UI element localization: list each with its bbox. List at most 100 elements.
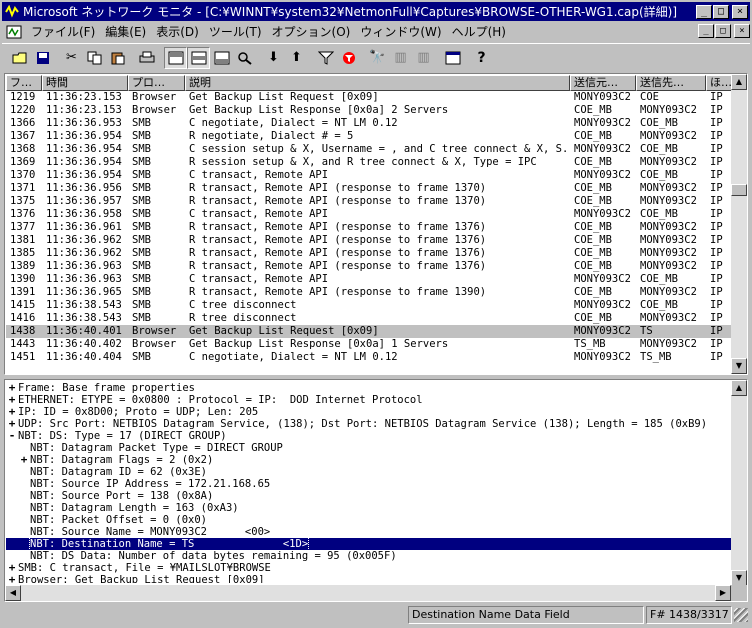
menu-view[interactable]: 表示(D) [151,23,204,40]
close-button[interactable]: × [732,4,748,19]
packet-list-scrollbar[interactable]: ▲ ▼ [731,74,747,374]
display-filter-icon[interactable] [337,47,360,69]
cut-icon[interactable]: ✂ [60,47,83,69]
packet-row[interactable]: 1416 11:36:38.543 SMB R tree disconnect COE_… [6,312,733,325]
menu-options[interactable]: オプション(O) [267,23,356,40]
mdi-minimize-button[interactable]: _ [698,24,714,38]
detail-tree-item[interactable]: + IP: ID = 0x8D00; Proto = UDP; Len: 205 [6,406,732,419]
copy-icon[interactable] [83,47,106,69]
packet-row[interactable]: 1375 11:36:36.957 SMB R transact, Remote AP… [6,195,733,208]
packet-row[interactable]: 1367 11:36:36.954 SMB R negotiate, Dialect … [6,130,733,143]
packet-row[interactable]: 1219 11:36:23.153 Browser Get Backup List R… [6,91,733,104]
detail-tree-item[interactable]: NBT: Source Name = MONY093C2 <00> [6,526,732,538]
paste-icon[interactable] [106,47,129,69]
pane-detail-icon[interactable] [187,46,210,69]
detail-scroll-up-icon[interactable]: ▲ [731,380,747,396]
detail-tree-item[interactable]: + SMB: C transact, File = ¥MAILSLOT¥BROWS… [6,562,732,575]
open-icon[interactable] [8,47,31,69]
menu-window[interactable]: ウィンドウ(W) [355,23,446,40]
packet-row[interactable]: 1385 11:36:36.962 SMB R transact, Remote AP… [6,247,733,260]
zoom-icon[interactable] [233,47,256,69]
collapse-icon[interactable]: - [6,430,18,442]
packet-cell-destination: MONY093C2 [640,182,697,194]
detail-tree-item[interactable]: + Frame: Base frame properties [6,382,732,395]
scroll-up-icon[interactable]: ▲ [731,74,747,90]
packet-row[interactable]: 1369 11:36:36.954 SMB R session setup & X, … [6,156,733,169]
menu-help[interactable]: ヘルプ(H) [447,23,511,40]
column-header-type[interactable]: ほ… [706,75,733,91]
detail-tree-item[interactable]: NBT: Datagram ID = 62 (0x3E) [6,466,732,478]
column-header-protocol[interactable]: プロ… [128,75,185,91]
column-header-time[interactable]: 時間 [42,75,128,91]
column-header-description[interactable]: 説明 [185,75,570,91]
packet-row[interactable]: 1371 11:36:36.956 SMB R transact, Remote AP… [6,182,733,195]
detail-tree-item[interactable]: + UDP: Src Port: NETBIOS Datagram Service… [6,418,732,431]
expand-icon[interactable]: + [18,454,30,466]
detail-scroll-down-icon[interactable]: ▼ [731,570,747,586]
filter-icon[interactable] [314,47,337,69]
packet-row[interactable]: 1443 11:36:40.402 Browser Get Backup List R… [6,338,733,351]
menu-file[interactable]: ファイル(F) [26,23,100,40]
menu-tools[interactable]: ツール(T) [204,23,267,40]
detail-tree-item[interactable]: NBT: Packet Offset = 0 (0x0) [6,514,732,526]
detail-scrollbar[interactable]: ▲ ▼ [731,380,747,586]
column-header-destination[interactable]: 送信先… [636,75,706,91]
packet-row[interactable]: 1368 11:36:36.954 SMB C session setup & X, … [6,143,733,156]
packet-row[interactable]: 1391 11:36:36.965 SMB R transact, Remote AP… [6,286,733,299]
find-prev-icon[interactable]: ▥ [412,47,435,69]
packet-row[interactable]: 1366 11:36:36.953 SMB C negotiate, Dialect … [6,117,733,130]
document-icon[interactable] [6,25,22,39]
scroll-down-icon[interactable]: ▼ [731,358,747,374]
packet-row[interactable]: 1376 11:36:36.958 SMB C transact, Remote AP… [6,208,733,221]
detail-tree-item[interactable]: NBT: Source IP Address = 172.21.168.65 [6,478,732,490]
detail-tree-item[interactable]: + ETHERNET: ETYPE = 0x0800 : Protocol = I… [6,394,732,407]
detail-tree-item[interactable]: NBT: Datagram Packet Type = DIRECT GROUP [6,442,732,454]
detail-tree-item[interactable]: NBT: Source Port = 138 (0x8A) [6,490,732,502]
mdi-close-button[interactable]: × [734,24,750,38]
scroll-right-icon[interactable]: ▶ [715,585,731,601]
packet-row[interactable]: 1390 11:36:36.963 SMB C transact, Remote AP… [6,273,733,286]
detail-tree-item[interactable]: - NBT: DS: Type = 17 (DIRECT GROUP) [6,430,732,443]
maximize-button[interactable]: □ [713,4,729,19]
netmon-app-icon[interactable] [4,4,20,20]
mdi-restore-button[interactable]: □ [715,24,731,38]
packet-row[interactable]: 1220 11:36:23.153 Browser Get Backup List R… [6,104,733,117]
resize-grip-icon[interactable] [734,608,748,622]
packet-detail-pane[interactable]: + Frame: Base frame properties + ETHERNET: … [4,379,748,602]
conversation-icon[interactable] [441,47,464,69]
detail-hscrollbar[interactable]: ◀ ▶ [5,585,731,601]
packet-row[interactable]: 1381 11:36:36.962 SMB R transact, Remote AP… [6,234,733,247]
detail-tree-item[interactable]: NBT: Datagram Length = 163 (0xA3) [6,502,732,514]
packet-cell-description: C transact, Remote API [189,208,329,220]
help-icon[interactable]: ? [470,47,493,69]
prev-frame-icon[interactable]: ⬆ [285,47,308,69]
column-header-source[interactable]: 送信元… [570,75,636,91]
detail-tree-item[interactable]: + Browser: Get Backup List Request [0x09] [6,574,732,584]
detail-tree-item[interactable]: NBT: Destination Name = TS <1D> [6,537,732,551]
scroll-thumb[interactable] [731,184,747,196]
packet-row[interactable]: 1377 11:36:36.961 SMB R transact, Remote AP… [6,221,733,234]
print-icon[interactable] [135,47,158,69]
window-title: Microsoft ネットワーク モニタ - [C:¥WINNT¥system3… [23,5,678,19]
find-icon[interactable]: 🔭 [366,47,389,69]
column-header-frame[interactable]: フ… [6,75,42,91]
next-frame-icon[interactable]: ⬇ [262,47,285,69]
packet-row[interactable]: 1415 11:36:38.543 SMB C tree disconnect MONY… [6,299,733,312]
packet-row[interactable]: 1389 11:36:36.963 SMB R transact, Remote AP… [6,260,733,273]
scroll-left-icon[interactable]: ◀ [5,585,21,601]
packet-row[interactable]: 1451 11:36:40.404 SMB C negotiate, Dialect … [6,351,733,364]
minimize-button[interactable]: _ [696,4,712,19]
packet-cell-destination: MONY093C2 [640,156,697,168]
pane-summary-icon[interactable] [164,46,187,69]
packet-row[interactable]: 1370 11:36:36.954 SMB C transact, Remote AP… [6,169,733,182]
packet-row[interactable]: 1438 11:36:40.401 Browser Get Backup List R… [6,325,733,338]
packet-summary-pane[interactable]: フ… 時間 プロ… 説明 送信元… 送信先… ほ… 1219 11:36:23.1… [4,73,748,375]
menu-edit[interactable]: 編集(E) [100,23,151,40]
pane-hex-icon[interactable] [210,47,233,69]
detail-tree-text: UDP: Src Port: NETBIOS Datagram Service,… [18,418,708,430]
save-icon[interactable] [31,47,54,69]
find-next-icon[interactable]: ▥ [389,47,412,69]
detail-tree-item[interactable]: NBT: DS Data: Number of data bytes remai… [6,550,732,562]
expand-icon[interactable]: + [6,574,18,584]
detail-tree-item[interactable]: + NBT: Datagram Flags = 2 (0x2) [6,454,732,467]
